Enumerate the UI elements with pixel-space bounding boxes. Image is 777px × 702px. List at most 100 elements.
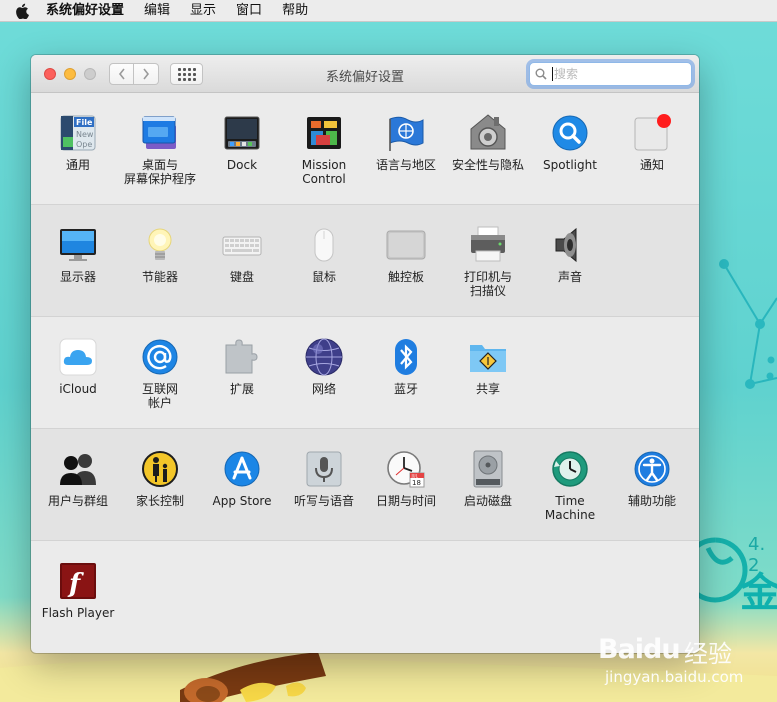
pref-mission-control[interactable]: Mission Control	[284, 113, 364, 201]
pref-label: 键盘	[229, 270, 254, 284]
desktop-decor-character: 金	[740, 570, 777, 616]
pref-label: 安全性与隐私	[451, 158, 524, 172]
pref-app-store[interactable]: App Store	[202, 449, 282, 537]
pref-keyboard[interactable]: 键盘	[202, 225, 282, 313]
accessibility-icon	[632, 449, 672, 489]
pref-trackpad[interactable]: 触控板	[366, 225, 446, 313]
prefs-section-hardware: 显示器 节能器 键盘 鼠标 触控板 打印机与 扫描仪 声音	[31, 205, 699, 317]
pref-label: iCloud	[59, 382, 97, 396]
date-time-icon: JUL 18	[386, 449, 426, 489]
dictation-speech-icon	[304, 449, 344, 489]
pref-label: 打印机与 扫描仪	[463, 270, 512, 298]
pref-label: 启动磁盘	[463, 494, 512, 508]
energy-saver-icon	[140, 225, 180, 265]
pref-accessibility[interactable]: 辅助功能	[612, 449, 692, 537]
pref-general[interactable]: File New Ope 通用	[38, 113, 118, 201]
spotlight-icon	[550, 113, 590, 153]
pref-label: Time Machine	[544, 494, 596, 522]
keyboard-icon	[222, 225, 262, 265]
pref-time-machine[interactable]: Time Machine	[530, 449, 610, 537]
baidu-watermark-product: 经验	[684, 640, 732, 668]
pref-desktop-screensaver[interactable]: 桌面与 屏幕保护程序	[120, 113, 200, 201]
apple-icon[interactable]	[0, 0, 44, 22]
mouse-icon	[304, 225, 344, 265]
pref-mouse[interactable]: 鼠标	[284, 225, 364, 313]
calendar-month-text: JUL	[411, 473, 419, 478]
pref-flash-player[interactable]: f Flash Player	[38, 561, 118, 649]
pref-label: 桌面与 屏幕保护程序	[123, 158, 196, 186]
desktop-screensaver-icon	[140, 113, 180, 153]
bluetooth-icon	[386, 337, 426, 377]
prefs-section-internet: iCloud 互联网 帐户 扩展 网络 蓝牙 共享	[31, 317, 699, 429]
trackpad-icon	[386, 225, 426, 265]
sound-icon	[550, 225, 590, 265]
pref-energy-saver[interactable]: 节能器	[120, 225, 200, 313]
system-preferences-window: 系统偏好设置 File New Ope 通用	[31, 55, 699, 653]
search-icon	[530, 68, 552, 80]
menu-help[interactable]: 帮助	[272, 0, 318, 22]
pref-printers-scanners[interactable]: 打印机与 扫描仪	[448, 225, 528, 313]
pref-parental-controls[interactable]: 家长控制	[120, 449, 200, 537]
pref-label: Spotlight	[543, 158, 597, 172]
window-titlebar: 系统偏好设置	[31, 55, 699, 93]
general-icon: File New Ope	[58, 113, 98, 153]
baidu-watermark-url: jingyan.baidu.com	[605, 668, 744, 686]
pref-sound[interactable]: 声音	[530, 225, 610, 313]
pref-label: 鼠标	[311, 270, 336, 284]
pref-startup-disk[interactable]: 启动磁盘	[448, 449, 528, 537]
menu-window[interactable]: 窗口	[226, 0, 272, 22]
pref-displays[interactable]: 显示器	[38, 225, 118, 313]
pref-notifications[interactable]: 通知	[612, 113, 692, 201]
parental-controls-icon	[140, 449, 180, 489]
menu-edit[interactable]: 编辑	[134, 0, 180, 22]
notifications-icon	[632, 113, 672, 153]
internet-accounts-icon	[140, 337, 180, 377]
pref-label: 通知	[639, 158, 664, 172]
pref-label: 听写与语音	[293, 494, 354, 508]
pref-sharing[interactable]: 共享	[448, 337, 528, 425]
general-icon-file-text: File	[76, 118, 93, 127]
pref-date-time[interactable]: JUL 18 日期与时间	[366, 449, 446, 537]
pref-label: 通用	[65, 158, 90, 172]
mission-control-icon	[304, 113, 344, 153]
prefs-section-personal: File New Ope 通用 桌面与 屏幕保护程序 Dock Mission …	[31, 93, 699, 205]
sharing-icon	[468, 337, 508, 377]
pref-spotlight[interactable]: Spotlight	[530, 113, 610, 201]
pref-label: 辅助功能	[627, 494, 676, 508]
pref-network[interactable]: 网络	[284, 337, 364, 425]
pref-dictation-speech[interactable]: 听写与语音	[284, 449, 364, 537]
menu-view[interactable]: 显示	[180, 0, 226, 22]
icloud-icon	[58, 337, 98, 377]
pref-dock[interactable]: Dock	[202, 113, 282, 201]
pref-language-region[interactable]: 语言与地区	[366, 113, 446, 201]
pref-label: 语言与地区	[375, 158, 436, 172]
pref-label: 蓝牙	[393, 382, 418, 396]
pref-label: Dock	[226, 158, 258, 172]
pref-label: 用户与群组	[47, 494, 108, 508]
pref-label: 声音	[557, 270, 582, 284]
pref-security-privacy[interactable]: 安全性与隐私	[448, 113, 528, 201]
pref-internet-accounts[interactable]: 互联网 帐户	[120, 337, 200, 425]
startup-disk-icon	[468, 449, 508, 489]
pref-label: App Store	[212, 494, 272, 508]
prefs-section-system: 用户与群组 家长控制 App Store 听写与语音 JUL 18 日期与时间 …	[31, 429, 699, 541]
pref-label: 家长控制	[135, 494, 184, 508]
printers-scanners-icon	[468, 225, 508, 265]
menu-app-name[interactable]: 系统偏好设置	[44, 0, 134, 22]
search-input[interactable]	[552, 67, 682, 81]
search-field[interactable]	[529, 62, 692, 86]
displays-icon	[58, 225, 98, 265]
time-machine-icon	[550, 449, 590, 489]
pref-users-groups[interactable]: 用户与群组	[38, 449, 118, 537]
pref-label: 显示器	[59, 270, 96, 284]
dock-icon	[222, 113, 262, 153]
pref-bluetooth[interactable]: 蓝牙	[366, 337, 446, 425]
pref-icloud[interactable]: iCloud	[38, 337, 118, 425]
pref-label: 网络	[311, 382, 336, 396]
pref-label: 扩展	[229, 382, 254, 396]
pref-extensions[interactable]: 扩展	[202, 337, 282, 425]
calendar-day-text: 18	[412, 479, 421, 487]
users-groups-icon	[58, 449, 98, 489]
app-store-icon	[222, 449, 262, 489]
baidu-watermark-logo: Baidu	[598, 634, 681, 665]
